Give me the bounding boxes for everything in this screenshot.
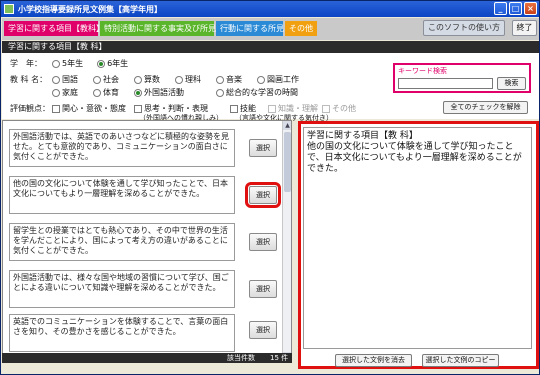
clear-selected-button[interactable]: 選択した文例を消去 bbox=[335, 354, 412, 367]
window-title: 小学校指導要録所見文例集【高学年用】 bbox=[18, 4, 162, 14]
list-item: 外国語活動では、様々な国や地域の習慣について学び、国ごとによる違いについて知識や… bbox=[9, 270, 235, 308]
select-button[interactable]: 選択 bbox=[245, 182, 281, 208]
subject-row-1: 教 科 名： 国語 社会 算数 理科 音楽 図画工作 bbox=[10, 74, 299, 85]
app-icon bbox=[4, 4, 14, 14]
checkbox-icon[interactable] bbox=[230, 104, 238, 113]
keyword-search-title: キーワード検索 bbox=[398, 67, 447, 75]
checkbox-icon[interactable] bbox=[322, 104, 330, 113]
keyword-input[interactable] bbox=[398, 78, 493, 89]
subject-row-2: 家庭 体育 外国語活動 総合的な学習の時間 bbox=[52, 87, 298, 98]
maximize-button[interactable]: □ bbox=[509, 2, 522, 15]
radio-icon[interactable] bbox=[93, 88, 101, 97]
window-controls: _ □ × bbox=[494, 2, 537, 15]
keyword-search-button[interactable]: 検索 bbox=[497, 77, 526, 90]
subject-option-taiiku[interactable]: 体育 bbox=[93, 87, 134, 98]
grade-label: 学 年： bbox=[10, 59, 42, 68]
radio-icon[interactable] bbox=[52, 75, 60, 84]
scroll-up-icon[interactable]: ▲ bbox=[283, 121, 291, 130]
list-item: 英語でのコミュニケーションを体験することで、言葉の面白さを知り、その豊かさを感じ… bbox=[9, 314, 235, 352]
radio-icon[interactable] bbox=[93, 75, 101, 84]
list-scrollbar[interactable]: ▲ ▼ bbox=[282, 121, 291, 361]
subject-option-sogo[interactable]: 総合的な学習の時間 bbox=[216, 87, 298, 98]
radio-icon[interactable] bbox=[216, 75, 224, 84]
select-button[interactable]: 選択 bbox=[249, 233, 277, 251]
exit-button[interactable]: 終了 bbox=[512, 20, 537, 36]
tab-learning-subject[interactable]: 学習に関する項目【教科】 bbox=[4, 21, 104, 36]
viewpoint-label: 評価観点： bbox=[10, 104, 50, 113]
viewpoint-option-interest[interactable]: 関心・意欲・態度 bbox=[52, 103, 134, 114]
checkbox-icon[interactable] bbox=[268, 104, 276, 113]
list-item: 外国語活動では、英語でのあいさつなどに積極的な姿勢を見せた。とても意欲的であり、… bbox=[9, 129, 235, 167]
select-button[interactable]: 選択 bbox=[249, 321, 277, 339]
title-bar: 小学校指導要録所見文例集【高学年用】 _ □ × bbox=[1, 1, 539, 17]
select-button[interactable]: 選択 bbox=[249, 139, 277, 157]
keyword-search-box: キーワード検索 検索 bbox=[393, 63, 531, 93]
subject-option-zuga[interactable]: 図画工作 bbox=[257, 74, 299, 85]
section-title: 学習に関する項目【教 科】 bbox=[2, 41, 539, 53]
subject-option-gaikokugo[interactable]: 外国語活動 bbox=[134, 87, 216, 98]
select-button[interactable]: 選択 bbox=[249, 280, 277, 298]
grade-option-6[interactable]: 6年生 bbox=[97, 58, 128, 69]
output-textarea[interactable]: 学習に関する項目【教 科】 他の国の文化について体験を通して学び知ったことで、日… bbox=[303, 127, 532, 349]
tab-special-activities[interactable]: 特別活動に関する事実及び所見 bbox=[100, 21, 216, 36]
radio-icon[interactable] bbox=[134, 75, 142, 84]
howto-button[interactable]: このソフトの使い方 bbox=[423, 20, 505, 36]
subject-option-ongaku[interactable]: 音楽 bbox=[216, 74, 257, 85]
list-item: 留学生との授業ではとても熱心であり、その中で世界の生活を学んだことにより、国によ… bbox=[9, 223, 235, 261]
app-window: 小学校指導要録所見文例集【高学年用】 _ □ × 学習に関する項目【教科】 特別… bbox=[0, 0, 540, 375]
filter-panel: 学 年： 5年生 6年生 教 科 名： 国語 社会 算数 理科 音楽 図画工作 … bbox=[2, 53, 539, 122]
tab-other[interactable]: その他 bbox=[285, 21, 317, 36]
subject-label: 教 科 名： bbox=[10, 75, 48, 84]
radio-icon[interactable] bbox=[52, 59, 60, 68]
subject-option-katei[interactable]: 家庭 bbox=[52, 87, 93, 98]
scroll-thumb[interactable] bbox=[284, 132, 291, 192]
result-count-value: 15 件 bbox=[270, 354, 289, 362]
subject-option-sansu[interactable]: 算数 bbox=[134, 74, 175, 85]
result-count-bar: 該当件数 15 件 bbox=[2, 353, 292, 363]
subject-option-shakai[interactable]: 社会 bbox=[93, 74, 134, 85]
radio-icon[interactable] bbox=[134, 88, 142, 97]
grade-option-5[interactable]: 5年生 bbox=[52, 58, 83, 69]
radio-icon[interactable] bbox=[97, 59, 106, 68]
subject-option-rika[interactable]: 理科 bbox=[175, 74, 216, 85]
subject-option-kokugo[interactable]: 国語 bbox=[52, 74, 93, 85]
radio-icon[interactable] bbox=[257, 75, 265, 84]
checkbox-icon[interactable] bbox=[134, 104, 142, 113]
minimize-button[interactable]: _ bbox=[494, 2, 507, 15]
result-count-label: 該当件数 bbox=[227, 354, 255, 362]
radio-icon[interactable] bbox=[216, 88, 224, 97]
radio-icon[interactable] bbox=[52, 88, 60, 97]
grade-row: 学 年： 5年生 6年生 bbox=[10, 58, 128, 69]
radio-icon[interactable] bbox=[175, 75, 183, 84]
checkbox-icon[interactable] bbox=[52, 104, 60, 113]
close-button[interactable]: × bbox=[524, 2, 537, 15]
copy-selected-button[interactable]: 選択した文例のコピー bbox=[422, 354, 499, 367]
tab-bar: 学習に関する項目【教科】 特別活動に関する事実及び所見 行動に関する所見 その他… bbox=[2, 18, 539, 40]
tab-behavior[interactable]: 行動に関する所見 bbox=[216, 21, 284, 36]
example-list[interactable]: 外国語活動では、英語でのあいさつなどに積極的な姿勢を見せた。とても意欲的であり、… bbox=[2, 120, 292, 362]
output-panel: 学習に関する項目【教 科】 他の国の文化について体験を通して学び知ったことで、日… bbox=[298, 121, 539, 369]
list-item: 他の国の文化について体験を通して学び知ったことで、日本文化についてもより一層理解… bbox=[9, 176, 235, 214]
clear-all-checks-button[interactable]: 全てのチェックを解除 bbox=[443, 101, 528, 114]
